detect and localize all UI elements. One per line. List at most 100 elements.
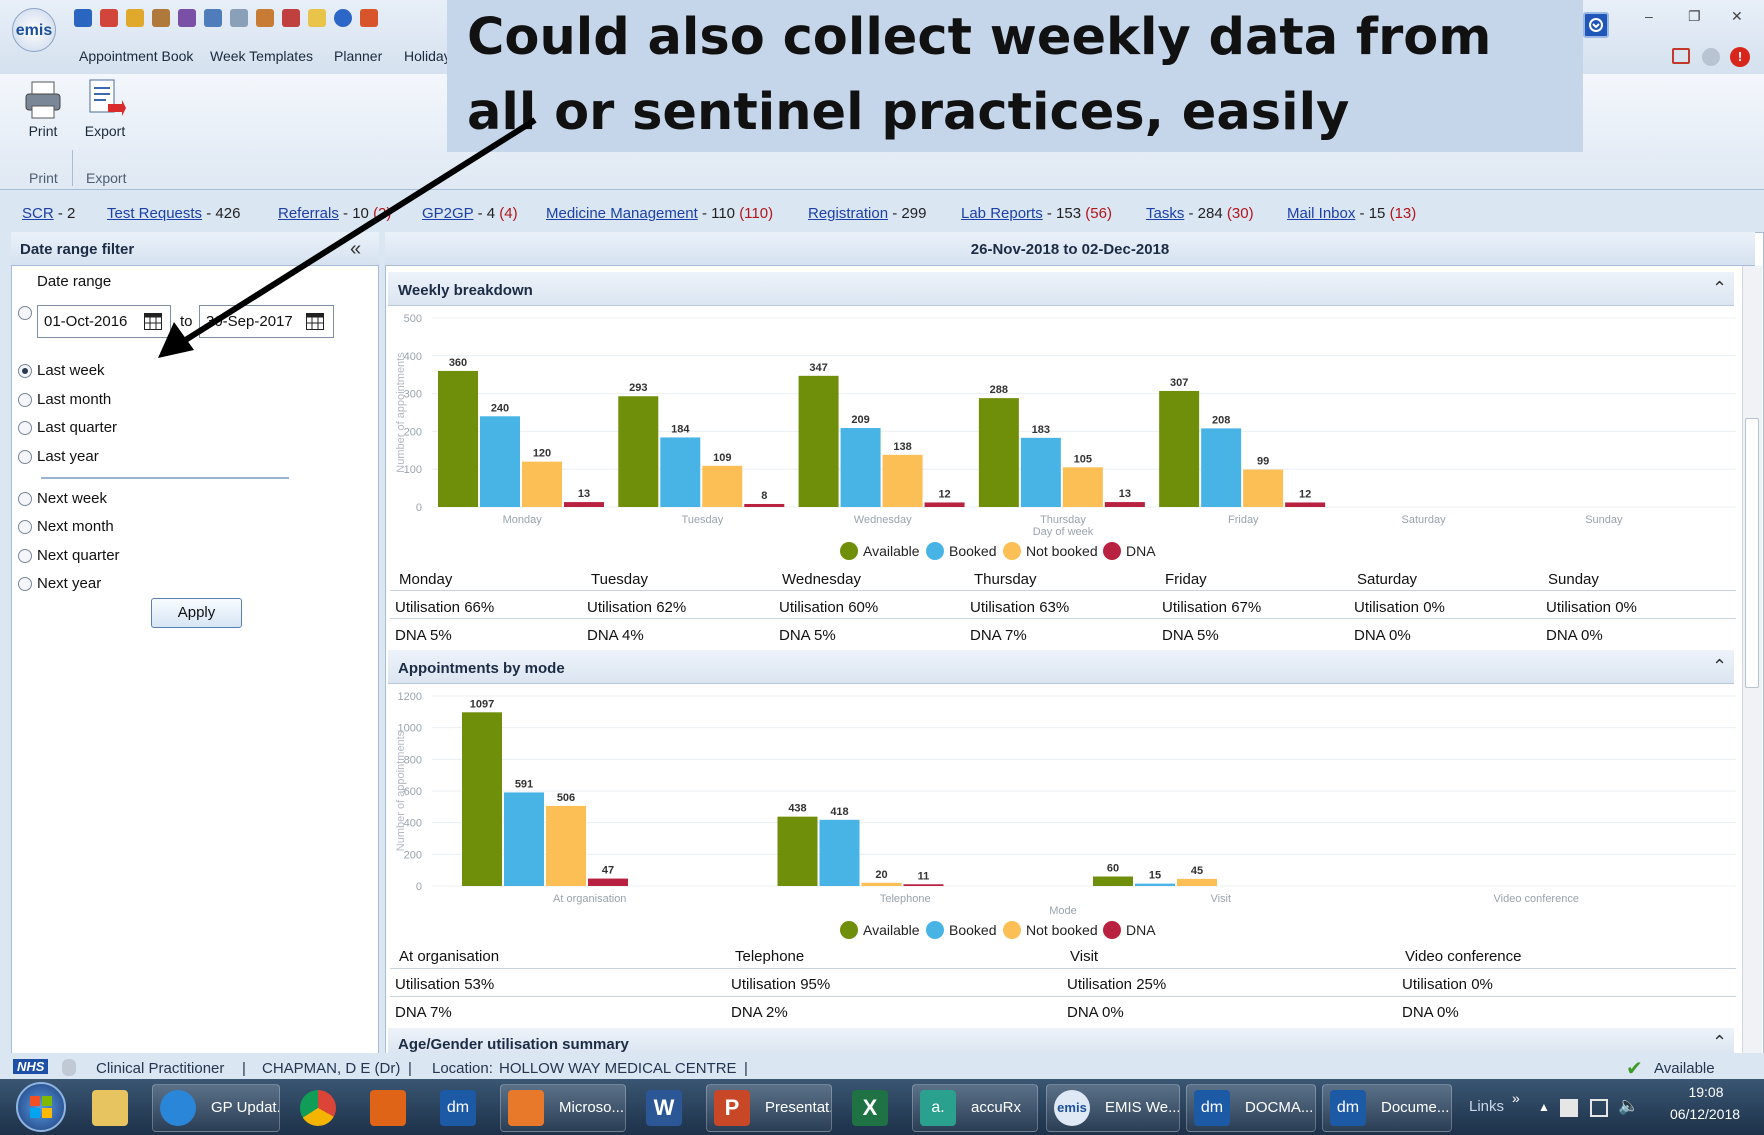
callout-arrow xyxy=(158,117,537,358)
radio-next-quarter[interactable] xyxy=(18,549,32,563)
chevron-right-icon[interactable]: » xyxy=(1512,1090,1520,1106)
link-scr[interactable]: SCR - 2 xyxy=(22,205,75,222)
bar xyxy=(978,398,1019,507)
legend-swatch xyxy=(840,921,858,939)
network-grid-icon[interactable] xyxy=(1560,1099,1578,1117)
links-toolbar[interactable]: Links xyxy=(1469,1098,1504,1115)
people-icon[interactable] xyxy=(152,9,170,27)
table-header: Monday xyxy=(399,571,453,588)
chrome-icon[interactable] xyxy=(300,1090,336,1126)
scrollbar-thumb[interactable] xyxy=(1745,418,1759,688)
data-label: 45 xyxy=(1191,865,1203,877)
option-next-month[interactable]: Next month xyxy=(37,518,114,535)
export-icon[interactable] xyxy=(86,78,126,120)
option-next-quarter[interactable]: Next quarter xyxy=(37,547,120,564)
radio-last-month[interactable] xyxy=(18,393,32,407)
weekly-chart: 0100200300400500Number of appointments 36… xyxy=(395,313,1736,560)
option-last-quarter[interactable]: Last quarter xyxy=(37,419,117,436)
link-medicine-management[interactable]: Medicine Management - 110 (110) xyxy=(546,205,773,222)
clock-time[interactable]: 19:08 xyxy=(1676,1084,1736,1100)
radio-next-month[interactable] xyxy=(18,520,32,534)
clock-date[interactable]: 06/12/2018 xyxy=(1660,1106,1750,1122)
link-tasks[interactable]: Tasks - 284 (30) xyxy=(1146,205,1254,222)
dna-cell: DNA 7% xyxy=(970,627,1027,644)
bar xyxy=(1285,502,1326,507)
y-tick-label: 0 xyxy=(416,502,422,514)
radio-next-week[interactable] xyxy=(18,492,32,506)
data-label: 12 xyxy=(938,488,950,500)
export-button[interactable]: Export xyxy=(78,123,132,139)
table-header: Thursday xyxy=(974,571,1037,588)
screen-icon[interactable] xyxy=(1672,48,1690,64)
legend-swatch xyxy=(926,542,944,560)
patients-icon[interactable] xyxy=(256,9,274,27)
excel-icon[interactable]: X xyxy=(852,1090,888,1126)
utilisation-cell: Utilisation 95% xyxy=(731,976,831,993)
media-player-icon[interactable] xyxy=(370,1090,406,1126)
start-button[interactable] xyxy=(16,1082,66,1132)
close-icon[interactable]: ✕ xyxy=(1731,8,1743,25)
docman-icon[interactable]: dm xyxy=(440,1090,476,1126)
printer-icon[interactable] xyxy=(24,80,62,120)
restore-icon[interactable]: ❐ xyxy=(1688,8,1701,25)
option-next-week[interactable]: Next week xyxy=(37,490,107,507)
data-label: 47 xyxy=(602,865,614,877)
menu-appointment-book[interactable]: Appointment Book xyxy=(79,48,193,64)
link-registration[interactable]: Registration - 299 xyxy=(808,205,926,222)
table-header: Tuesday xyxy=(591,571,648,588)
radio-last-year[interactable] xyxy=(18,450,32,464)
checkmark-icon: ✔ xyxy=(1626,1058,1643,1080)
emis-logo[interactable]: emis xyxy=(12,8,56,52)
data-label: 418 xyxy=(830,806,848,818)
legend-swatch xyxy=(1103,921,1121,939)
pen-icon[interactable] xyxy=(360,9,378,27)
collapse-ribbon-icon[interactable] xyxy=(1583,12,1609,38)
radio-last-week[interactable] xyxy=(18,364,32,378)
file-explorer-icon[interactable] xyxy=(92,1090,128,1126)
print-button[interactable]: Print xyxy=(16,123,70,139)
collapse-section-icon[interactable]: ⌃ xyxy=(1712,656,1727,677)
menu-week-templates[interactable]: Week Templates xyxy=(210,48,313,64)
bar xyxy=(564,502,604,507)
legend-label: Available xyxy=(863,543,920,559)
link-mail-inbox[interactable]: Mail Inbox - 15 (13) xyxy=(1287,205,1416,222)
grid-icon[interactable] xyxy=(282,9,300,27)
option-last-month[interactable]: Last month xyxy=(37,391,111,408)
show-hidden-icons[interactable]: ▲ xyxy=(1538,1100,1550,1114)
calendar-icon[interactable] xyxy=(204,9,222,27)
bar xyxy=(462,712,502,886)
volume-icon[interactable]: 🔈 xyxy=(1618,1096,1639,1116)
collapse-section-icon[interactable]: ⌃ xyxy=(1712,1032,1727,1053)
book-icon[interactable] xyxy=(178,9,196,27)
mail-icon[interactable] xyxy=(230,9,248,27)
status-availability[interactable]: Available xyxy=(1654,1060,1715,1077)
home-icon[interactable] xyxy=(100,9,118,27)
word-icon[interactable]: W xyxy=(646,1090,682,1126)
radio-last-quarter[interactable] xyxy=(18,421,32,435)
alert-icon[interactable]: ! xyxy=(1730,47,1750,67)
edit-icon[interactable] xyxy=(126,9,144,27)
info-icon[interactable] xyxy=(334,9,352,27)
ribbon-divider xyxy=(72,150,73,186)
help-icon[interactable] xyxy=(1702,48,1720,66)
back-icon[interactable] xyxy=(74,9,92,27)
menu-holiday[interactable]: Holiday xyxy=(404,48,451,64)
link-lab-reports[interactable]: Lab Reports - 153 (56) xyxy=(961,205,1112,222)
collapse-section-icon[interactable]: ⌃ xyxy=(1712,278,1727,299)
dna-cell: DNA 0% xyxy=(1546,627,1603,644)
apply-button[interactable]: Apply xyxy=(151,598,242,628)
option-last-year[interactable]: Last year xyxy=(37,448,99,465)
data-label: 347 xyxy=(809,362,827,374)
status-user: CHAPMAN, D E (Dr) xyxy=(262,1060,401,1077)
menu-planner[interactable]: Planner xyxy=(334,48,382,64)
utilisation-cell: Utilisation 62% xyxy=(587,599,687,616)
option-last-week[interactable]: Last week xyxy=(37,362,105,379)
legend-label: DNA xyxy=(1126,922,1156,938)
custom-range-radio[interactable] xyxy=(18,306,32,320)
minimize-icon[interactable]: – xyxy=(1645,8,1653,24)
folder-icon[interactable] xyxy=(308,9,326,27)
radio-next-year[interactable] xyxy=(18,577,32,591)
option-next-year[interactable]: Next year xyxy=(37,575,101,592)
monitor-icon[interactable] xyxy=(1590,1099,1608,1117)
bar xyxy=(1093,876,1133,886)
